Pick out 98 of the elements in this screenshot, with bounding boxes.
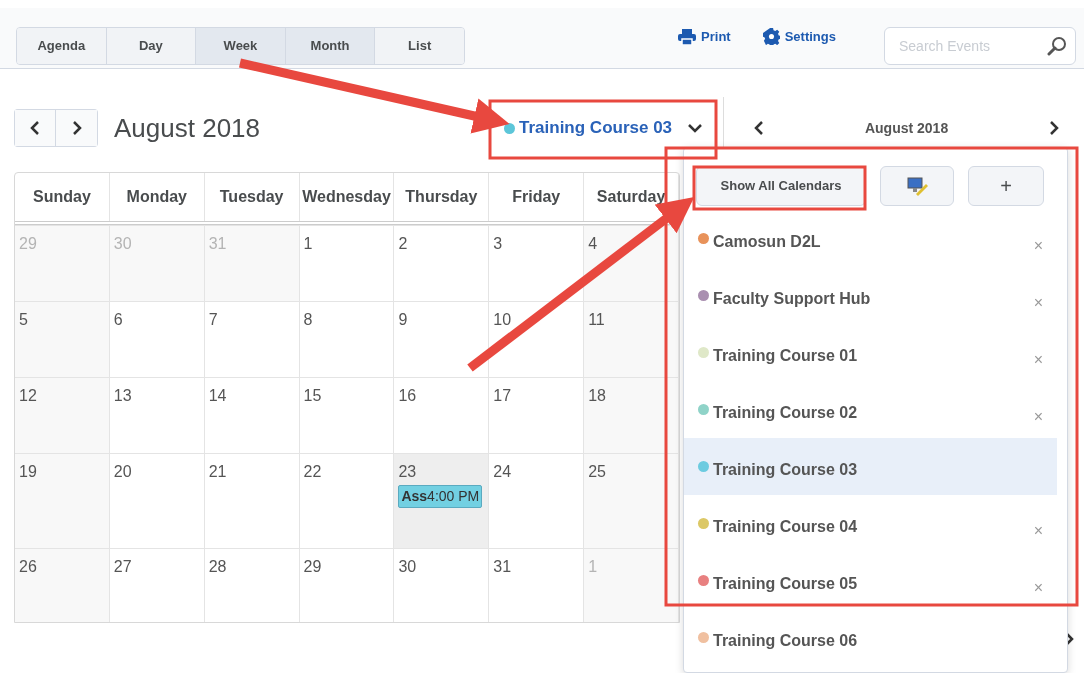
calendar-item[interactable]: Training Course 05 × bbox=[684, 552, 1057, 609]
mini-calendar-month: August 2018 bbox=[864, 118, 949, 138]
day-number: 22 bbox=[303, 462, 323, 482]
chevron-left-icon bbox=[30, 121, 40, 135]
day-cell[interactable]: 9 bbox=[394, 302, 490, 377]
day-number: 31 bbox=[493, 557, 513, 577]
day-cell[interactable]: 2 bbox=[394, 226, 490, 301]
day-number: 25 bbox=[588, 462, 607, 482]
day-number: 29 bbox=[19, 234, 38, 254]
calendar-item[interactable]: Training Course 06 bbox=[684, 609, 1057, 666]
day-number: 20 bbox=[113, 462, 133, 482]
calendar-item[interactable]: Training Course 01 × bbox=[684, 324, 1057, 381]
day-cell[interactable]: 27 bbox=[109, 549, 205, 622]
day-number: 1 bbox=[588, 557, 599, 577]
search-icon bbox=[1047, 36, 1067, 56]
printer-icon bbox=[678, 28, 697, 45]
view-tab[interactable]: Day bbox=[106, 28, 197, 64]
day-number: 6 bbox=[113, 310, 124, 330]
day-cell[interactable]: 15 bbox=[299, 378, 395, 453]
day-number: 2 bbox=[398, 234, 409, 254]
day-cell[interactable]: 23 Ass4:00 PM bbox=[394, 454, 490, 548]
calendar-item[interactable]: Training Course 02 × bbox=[684, 381, 1057, 438]
view-tab[interactable]: Week bbox=[196, 28, 286, 64]
chevron-down-icon bbox=[688, 123, 703, 133]
weekday-header: Friday bbox=[489, 173, 585, 221]
day-cell[interactable]: 8 bbox=[299, 302, 395, 377]
day-cell[interactable]: 13 bbox=[109, 378, 205, 453]
day-number: 29 bbox=[303, 557, 323, 577]
event-chip[interactable]: Ass4:00 PM bbox=[398, 485, 483, 508]
day-cell[interactable]: 18 bbox=[584, 378, 679, 453]
day-number: 26 bbox=[19, 557, 38, 577]
day-cell[interactable]: 5 bbox=[15, 302, 110, 377]
day-cell[interactable]: 16 bbox=[394, 378, 490, 453]
day-number: 10 bbox=[493, 310, 513, 330]
weekday-header: Thursday bbox=[394, 173, 490, 221]
day-cell[interactable]: 20 bbox=[109, 454, 205, 548]
day-number: 24 bbox=[493, 462, 513, 482]
previous-icon[interactable] bbox=[754, 121, 765, 135]
view-tab[interactable]: List bbox=[375, 28, 464, 64]
day-number: 8 bbox=[303, 310, 314, 330]
day-cell[interactable]: 21 bbox=[204, 454, 300, 548]
day-number: 9 bbox=[398, 310, 409, 330]
day-number: 30 bbox=[113, 234, 133, 254]
add-calendar-button[interactable]: + bbox=[968, 166, 1044, 206]
day-number: 18 bbox=[588, 386, 607, 406]
calendar-item[interactable]: Camosun D2L × bbox=[684, 210, 1057, 267]
day-number: 21 bbox=[208, 462, 228, 482]
calendar-item[interactable]: Faculty Support Hub × bbox=[684, 267, 1057, 324]
day-number: 5 bbox=[19, 310, 29, 330]
day-number: 4 bbox=[588, 234, 599, 254]
day-cell[interactable]: 7 bbox=[204, 302, 300, 377]
weekday-header: Tuesday bbox=[204, 173, 300, 221]
day-number: 12 bbox=[19, 386, 38, 406]
day-number: 23 bbox=[398, 462, 418, 482]
day-number: 31 bbox=[208, 234, 228, 254]
day-number: 11 bbox=[588, 310, 606, 330]
day-cell[interactable]: 26 bbox=[15, 549, 110, 622]
settings-link[interactable]: Settings bbox=[762, 27, 836, 47]
month-title: August 2018 bbox=[114, 111, 260, 145]
day-number: 30 bbox=[398, 557, 418, 577]
day-number: 1 bbox=[303, 234, 314, 254]
day-cell[interactable]: 14 bbox=[204, 378, 300, 453]
day-number: 15 bbox=[303, 386, 323, 406]
day-cell[interactable]: 19 bbox=[15, 454, 110, 548]
calendar-item[interactable]: Training Course 04 × bbox=[684, 495, 1057, 552]
day-cell[interactable]: 6 bbox=[109, 302, 205, 377]
view-tab[interactable]: Agenda bbox=[17, 28, 107, 64]
print-link[interactable]: Print bbox=[678, 27, 731, 47]
chevron-right-icon bbox=[71, 121, 82, 135]
next-month-button[interactable] bbox=[56, 109, 98, 147]
day-cell[interactable]: 29 bbox=[299, 549, 395, 622]
view-tab[interactable]: Month bbox=[285, 28, 376, 64]
weekday-header: Saturday bbox=[584, 173, 679, 221]
day-cell[interactable]: 11 bbox=[584, 302, 679, 377]
day-number: 7 bbox=[208, 310, 219, 330]
day-cell[interactable]: 28 bbox=[204, 549, 300, 622]
settings-icon bbox=[762, 28, 780, 46]
weekday-header: Sunday bbox=[15, 173, 110, 221]
manage-calendars-button[interactable] bbox=[880, 166, 954, 206]
day-number: 27 bbox=[113, 557, 133, 577]
day-number: 17 bbox=[493, 386, 513, 406]
day-number: 3 bbox=[493, 234, 504, 254]
calendar-selector[interactable]: Training Course 03 bbox=[503, 114, 704, 142]
monitor-pencil-icon bbox=[906, 176, 928, 197]
next-icon[interactable] bbox=[1049, 121, 1060, 135]
calendar-item[interactable]: Training Course 03 bbox=[684, 438, 1057, 495]
day-number: 16 bbox=[398, 386, 418, 406]
previous-month-button[interactable] bbox=[14, 109, 56, 147]
weekday-header: Monday bbox=[109, 173, 205, 221]
day-cell[interactable]: 25 bbox=[584, 454, 679, 548]
day-cell[interactable]: 12 bbox=[15, 378, 110, 453]
day-number: 19 bbox=[19, 462, 38, 482]
day-number: 13 bbox=[113, 386, 133, 406]
weekday-header: Wednesday bbox=[299, 173, 395, 221]
day-number: 28 bbox=[208, 557, 228, 577]
day-number: 14 bbox=[208, 386, 228, 406]
day-cell[interactable]: 1 bbox=[299, 226, 395, 301]
day-cell[interactable]: 30 bbox=[394, 549, 490, 622]
